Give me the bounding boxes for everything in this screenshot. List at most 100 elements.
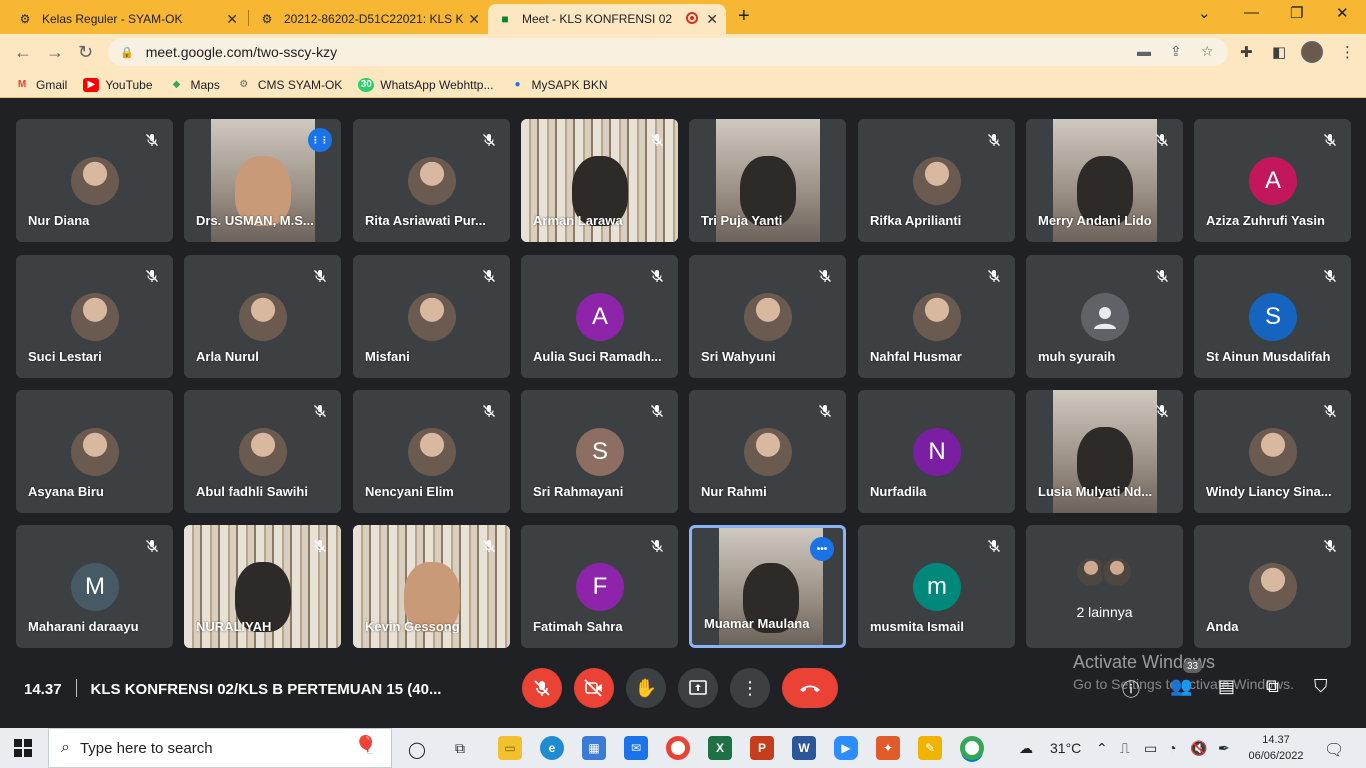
bookmark-youtube[interactable]: ▶ YouTube	[83, 77, 153, 92]
share-icon[interactable]: ⇪	[1170, 43, 1182, 60]
cortana-icon[interactable]: ◯	[408, 740, 426, 760]
tab-search-chevron-icon[interactable]: ⌄	[1198, 4, 1211, 22]
participant-tile[interactable]: A Aulia Suci Ramadh...	[521, 255, 678, 378]
activities-icon[interactable]: ⧉	[1266, 676, 1279, 697]
file-explorer-icon[interactable]: ▭	[498, 736, 522, 760]
pen-icon[interactable]: ✒	[1218, 740, 1230, 757]
notifications-icon[interactable]: 🗨	[1324, 740, 1344, 760]
participant-tile[interactable]: S St Ainun Musdalifah	[1194, 255, 1351, 378]
camera-in-use-icon[interactable]: ▬	[1137, 43, 1151, 59]
participant-tile[interactable]: 2 lainnya	[1026, 525, 1183, 648]
people-icon[interactable]: 👥	[1170, 676, 1192, 697]
participant-tile[interactable]: NURALIYAH	[184, 525, 341, 648]
minimize-icon[interactable]: —	[1244, 4, 1259, 21]
participant-tile[interactable]: Rita Asriawati Pur...	[353, 119, 510, 242]
participant-tile[interactable]: Drs. USMAN, M.S... ⋮⋮	[184, 119, 341, 242]
present-screen-button[interactable]	[678, 668, 718, 708]
weather-icon[interactable]: ☁	[1019, 740, 1033, 757]
leave-call-button[interactable]	[782, 668, 838, 708]
tile-options-icon[interactable]: •••	[810, 537, 834, 561]
task-view-icon[interactable]: ⧉	[455, 740, 465, 757]
microphone-toggle-button[interactable]	[522, 668, 562, 708]
close-tab-icon[interactable]: ✕	[706, 11, 718, 28]
participant-tile[interactable]: Nahfal Husmar	[858, 255, 1015, 378]
forward-icon[interactable]: →	[46, 42, 64, 63]
browser-tab-1[interactable]: ⚙ Kelas Reguler - SYAM-OK ✕	[8, 4, 246, 34]
weather-temperature[interactable]: 31°C	[1050, 740, 1081, 756]
participant-tile[interactable]: m musmita Ismail	[858, 525, 1015, 648]
close-window-icon[interactable]: ✕	[1336, 4, 1349, 22]
excel-icon[interactable]: X	[708, 736, 732, 760]
zoom-icon[interactable]: ▶	[834, 736, 858, 760]
participant-tile[interactable]: Arman Larawa	[521, 119, 678, 242]
taskbar-clock[interactable]: 14.37 06/06/2022	[1246, 732, 1306, 764]
participant-tile[interactable]: Suci Lestari	[16, 255, 173, 378]
tray-chevron-icon[interactable]: ⌃	[1096, 740, 1108, 757]
store-icon[interactable]: ▦	[582, 736, 606, 760]
participant-tile[interactable]: M Maharani daraayu	[16, 525, 173, 648]
participant-tile[interactable]: Arla Nurul	[184, 255, 341, 378]
participant-tile[interactable]: Muamar Maulana •••	[689, 525, 846, 648]
raise-hand-button[interactable]: ✋	[626, 668, 666, 708]
participant-tile[interactable]: S Sri Rahmayani	[521, 390, 678, 513]
word-icon[interactable]: W	[792, 736, 816, 760]
chrome-active-icon[interactable]	[960, 736, 984, 760]
participant-tile[interactable]: Nur Diana	[16, 119, 173, 242]
participant-tile[interactable]: A Aziza Zuhrufi Yasin	[1194, 119, 1351, 242]
bkn-icon: ●	[514, 79, 521, 90]
extensions-icon[interactable]: ✚	[1240, 43, 1253, 61]
side-panel-icon[interactable]: ◧	[1272, 43, 1286, 61]
participant-tile[interactable]: Merry Andani Lido	[1026, 119, 1183, 242]
bookmark-maps[interactable]: ◆ Maps	[169, 78, 220, 92]
participant-tile[interactable]: muh syuraih	[1026, 255, 1183, 378]
bookmark-star-icon[interactable]: ☆	[1201, 43, 1214, 60]
address-bar[interactable]: 🔒 meet.google.com/two-sscy-kzy	[108, 38, 1228, 66]
wifi-icon[interactable]: ◔	[1168, 740, 1176, 756]
participant-tile[interactable]: Anda	[1194, 525, 1351, 648]
participant-tile[interactable]: F Fatimah Sahra	[521, 525, 678, 648]
participant-tile[interactable]: Nencyani Elim	[353, 390, 510, 513]
meeting-details-icon[interactable]: ⓘ	[1122, 676, 1140, 702]
meeting-details[interactable]: 14.37 KLS KONFRENSI 02/KLS B PERTEMUAN 15…	[24, 679, 441, 698]
battery-icon[interactable]: ▭	[1144, 740, 1157, 757]
close-tab-icon[interactable]: ✕	[226, 11, 238, 28]
browser-tab-3-active[interactable]: ■ Meet - KLS KONFRENSI 02/K ✕	[488, 4, 726, 34]
participant-tile[interactable]: Windy Liancy Sina...	[1194, 390, 1351, 513]
edge-icon[interactable]: e	[540, 736, 564, 760]
host-controls-icon[interactable]: ⛉	[1314, 676, 1328, 697]
app-icon[interactable]: ✦	[876, 736, 900, 760]
participant-tile[interactable]: Sri Wahyuni	[689, 255, 846, 378]
participant-tile[interactable]: Lusia Mulyati Nd...	[1026, 390, 1183, 513]
restore-icon[interactable]: ❐	[1290, 4, 1303, 22]
participant-tile[interactable]: Kevin Gessong	[353, 525, 510, 648]
participant-tile[interactable]: Misfani	[353, 255, 510, 378]
volume-muted-icon[interactable]: 🔇	[1190, 740, 1207, 757]
profile-avatar[interactable]	[1301, 41, 1323, 63]
chrome-icon[interactable]	[666, 736, 690, 760]
participant-tile[interactable]: Abul fadhli Sawihi	[184, 390, 341, 513]
reload-icon[interactable]: ↻	[78, 42, 93, 63]
close-tab-icon[interactable]: ✕	[468, 11, 480, 28]
menu-dots-icon[interactable]: ⋮	[1340, 43, 1355, 61]
participant-tile[interactable]: Tri Puja Yanti	[689, 119, 846, 242]
windows-start-icon[interactable]	[14, 739, 32, 757]
app-icon[interactable]: ✎	[918, 736, 942, 760]
participant-tile[interactable]: Nur Rahmi	[689, 390, 846, 513]
bookmark-whatsapp[interactable]: 30 WhatsApp Webhttp...	[358, 77, 493, 92]
taskbar-search-box[interactable]: ⌕ Type here to search 🎈	[48, 728, 392, 768]
powerpoint-icon[interactable]: P	[750, 736, 774, 760]
camera-toggle-button[interactable]	[574, 668, 614, 708]
back-icon[interactable]: ←	[14, 42, 32, 63]
bookmark-mysapk-bkn[interactable]: ● MySAPK BKN	[509, 78, 607, 92]
chat-icon[interactable]: ▤	[1218, 676, 1235, 697]
bookmark-gmail[interactable]: M Gmail	[14, 78, 68, 92]
browser-tab-2[interactable]: ⚙ 20212-86202-D51C22021: KLS K ✕	[250, 4, 488, 34]
tray-app-icon[interactable]: ⎍	[1120, 740, 1130, 757]
participant-tile[interactable]: Asyana Biru	[16, 390, 173, 513]
new-tab-icon[interactable]: +	[738, 5, 750, 28]
participant-tile[interactable]: N Nurfadila	[858, 390, 1015, 513]
bookmark-cms-syam-ok[interactable]: ⚙ CMS SYAM-OK	[236, 78, 342, 92]
mail-icon[interactable]: ✉	[624, 736, 648, 760]
participant-tile[interactable]: Rifka Aprilianti	[858, 119, 1015, 242]
more-options-button[interactable]: ⋮	[730, 668, 770, 708]
